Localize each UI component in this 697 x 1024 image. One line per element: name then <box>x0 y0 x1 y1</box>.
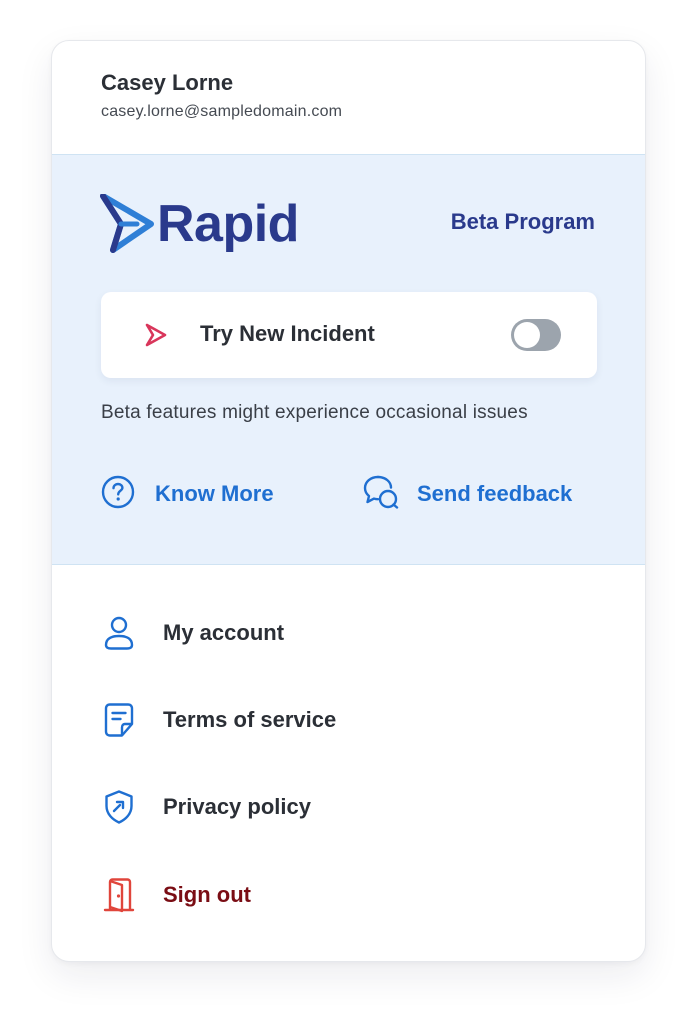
user-icon <box>101 615 137 651</box>
play-outline-icon <box>144 322 168 353</box>
rapid-logo-icon <box>100 194 154 253</box>
know-more-link[interactable]: Know More <box>101 475 274 514</box>
menu-item-label: My account <box>163 620 285 645</box>
user-name: Casey Lorne <box>101 70 234 95</box>
help-circle-icon <box>101 475 135 514</box>
shield-icon <box>101 789 137 825</box>
menu-item-sign-out[interactable]: Sign out <box>101 875 581 915</box>
send-feedback-link[interactable]: Send feedback <box>362 475 573 511</box>
rapid-logo: Rapid <box>99 194 299 254</box>
menu-item-terms-of-service[interactable]: Terms of service <box>101 700 581 740</box>
beta-warning-note: Beta features might experience occasiona… <box>101 402 528 423</box>
door-exit-icon <box>101 877 137 913</box>
menu-item-label: Privacy policy <box>163 794 311 819</box>
beta-section: Rapid Beta Program Try New Incident Beta… <box>52 155 645 565</box>
try-new-incident-toggle-row[interactable]: Try New Incident <box>101 292 597 378</box>
know-more-label: Know More <box>155 481 274 506</box>
beta-program-label: Beta Program <box>450 209 595 234</box>
toggle-label: Try New Incident <box>200 321 375 346</box>
menu-item-label: Terms of service <box>163 707 337 732</box>
user-email: casey.lorne@sampledomain.com <box>101 103 343 120</box>
user-menu-card: Casey Lorne casey.lorne@sampledomain.com… <box>51 40 646 962</box>
chat-bubbles-icon <box>362 474 400 515</box>
menu-item-privacy-policy[interactable]: Privacy policy <box>101 787 581 827</box>
brand-name: Rapid <box>157 195 299 253</box>
document-icon <box>101 702 137 738</box>
try-new-incident-switch[interactable] <box>511 319 561 351</box>
send-feedback-label: Send feedback <box>417 481 573 506</box>
menu-item-my-account[interactable]: My account <box>101 613 581 653</box>
switch-knob <box>514 322 540 348</box>
menu-item-label: Sign out <box>163 882 251 907</box>
user-header: Casey Lorne casey.lorne@sampledomain.com <box>52 41 645 155</box>
